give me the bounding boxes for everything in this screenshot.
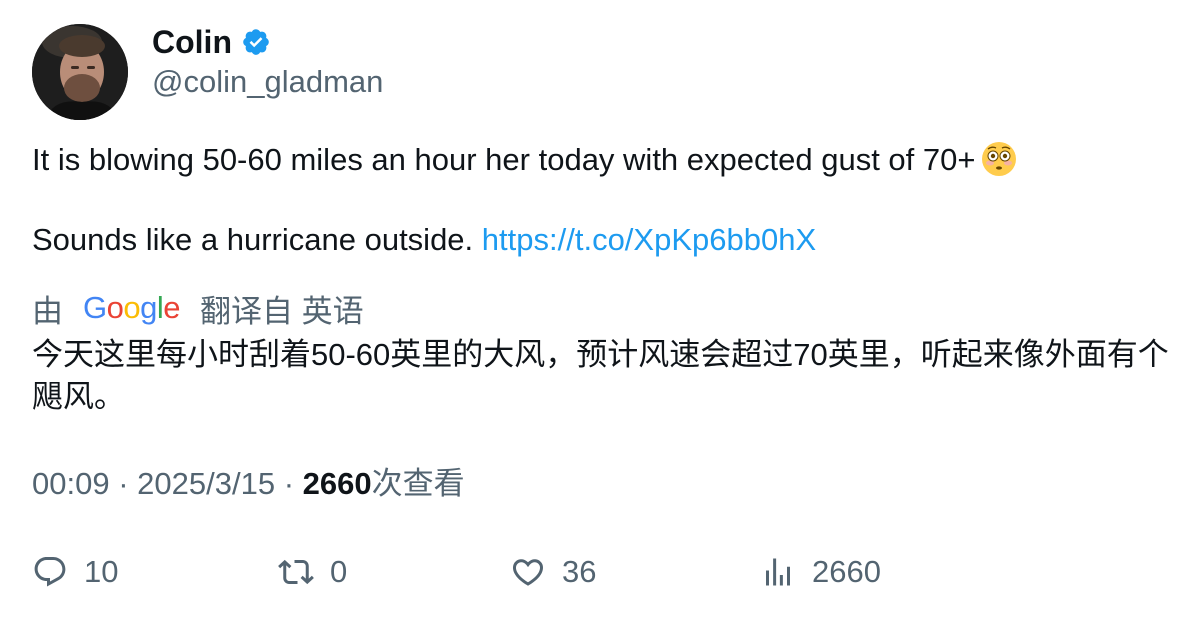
display-name[interactable]: Colin bbox=[152, 22, 232, 62]
user-handle[interactable]: @colin_gladman bbox=[152, 62, 383, 102]
translation-prefix: 由 bbox=[32, 293, 63, 329]
translated-text: 今天这里每小时刮着50-60英里的大风，预计风速会超过70英里，听起来像外面有个… bbox=[32, 337, 1169, 414]
retweet-count: 0 bbox=[330, 554, 348, 589]
avatar[interactable] bbox=[32, 24, 128, 120]
meta-separator: · bbox=[283, 466, 295, 501]
views-icon bbox=[766, 558, 790, 586]
verified-badge-icon bbox=[241, 27, 271, 57]
tweet-line-1: It is blowing 50-60 miles an hour her to… bbox=[32, 140, 1162, 180]
heart-icon bbox=[512, 559, 544, 586]
views-label: 次查看 bbox=[371, 466, 465, 501]
action-bar: 10 0 36 2660 bbox=[32, 550, 1172, 594]
google-logo[interactable]: Google bbox=[83, 290, 181, 326]
author-name-row[interactable]: Colin bbox=[152, 22, 271, 62]
tweet-meta: 00:09 · 2025/3/15 · 2660次查看 bbox=[32, 462, 465, 506]
meta-separator: · bbox=[118, 466, 129, 501]
tweet-text-line-1: It is blowing 50-60 miles an hour her to… bbox=[32, 142, 976, 177]
reply-count: 10 bbox=[84, 554, 119, 589]
tweet-body: It is blowing 50-60 miles an hour her to… bbox=[32, 140, 1162, 260]
reply-icon bbox=[34, 557, 66, 587]
tweet-link[interactable]: https://t.co/XpKp6bb0hX bbox=[482, 222, 816, 257]
tweet-date[interactable]: 2025/3/15 bbox=[137, 466, 275, 501]
retweet-icon bbox=[278, 559, 314, 585]
views-button[interactable]: 2660 bbox=[760, 550, 881, 594]
views-action-count: 2660 bbox=[812, 554, 881, 589]
translation-suffix: 翻译自 英语 bbox=[200, 293, 364, 329]
tweet-text-line-2: Sounds like a hurricane outside. bbox=[32, 222, 474, 257]
avatar-photo bbox=[32, 24, 128, 120]
reply-button[interactable]: 10 bbox=[32, 550, 118, 594]
translation-attribution: 由 Google 翻译自 英语 bbox=[32, 286, 364, 330]
retweet-button[interactable]: 0 bbox=[278, 550, 347, 594]
flushed-face-emoji-icon bbox=[981, 141, 1017, 177]
tweet-line-2: Sounds like a hurricane outside. https:/… bbox=[32, 220, 1162, 260]
tweet-time[interactable]: 00:09 bbox=[32, 466, 110, 501]
like-button[interactable]: 36 bbox=[510, 550, 596, 594]
views-count: 2660 bbox=[302, 466, 372, 501]
like-count: 36 bbox=[562, 554, 597, 589]
